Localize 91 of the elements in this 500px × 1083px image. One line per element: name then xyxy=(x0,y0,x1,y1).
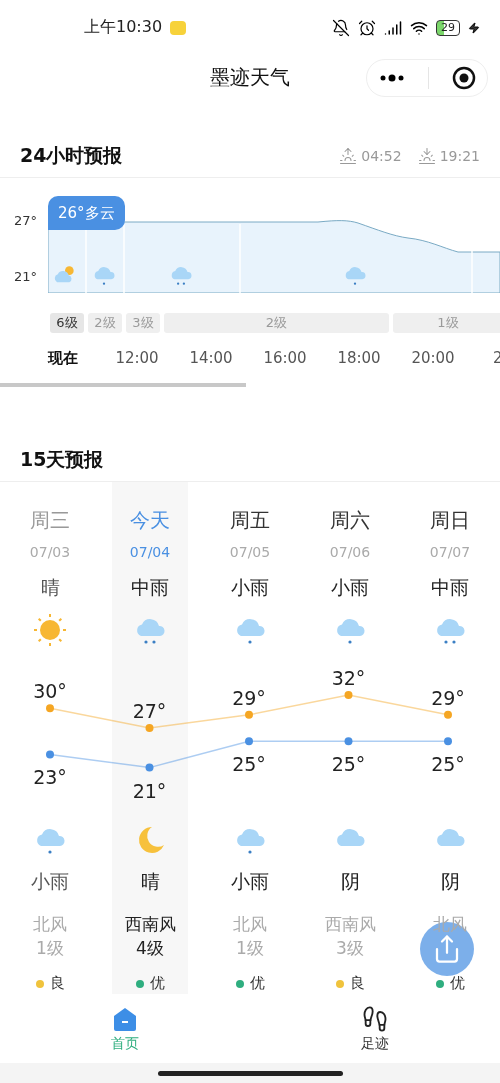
night-condition: 阴 xyxy=(340,869,360,894)
weekday-label: 周三 xyxy=(30,507,70,534)
temperature-label: 25° xyxy=(431,753,465,776)
weekday-label: 周日 xyxy=(430,507,470,534)
app-title: 墨迹天气 xyxy=(210,64,290,91)
sun-icon xyxy=(32,612,68,648)
data-point xyxy=(145,724,154,732)
temperature-label: 32° xyxy=(331,667,366,689)
temperature-label: 29° xyxy=(431,686,465,709)
section-title: 24小时预报 xyxy=(20,143,123,168)
sunset-time: 19:21 xyxy=(417,147,480,165)
day-condition: 小雨 xyxy=(231,575,269,600)
wind-level: 4级 xyxy=(136,937,164,960)
date-label: 07/07 xyxy=(429,543,471,562)
axis-label: 27° xyxy=(13,212,39,230)
air-quality-label: 优 xyxy=(449,974,465,993)
date-label: 07/03 xyxy=(29,543,71,562)
weekday-label: 周六 xyxy=(330,507,370,534)
wind-level-chip[interactable]: 1级 xyxy=(393,313,500,333)
sun-cloud-icon xyxy=(54,266,74,283)
hour-label: 现在 xyxy=(46,348,79,368)
sunset-icon xyxy=(417,147,436,165)
night-condition: 晴 xyxy=(140,869,160,894)
temperature-label: 21° xyxy=(132,779,167,802)
axis-label: 21° xyxy=(13,268,39,286)
hour-label: 18:00 xyxy=(336,349,382,367)
alarm-icon xyxy=(358,18,376,37)
wind-direction: 西南风 xyxy=(324,913,376,936)
wind-direction: 西南风 xyxy=(124,913,176,936)
footprint-icon xyxy=(361,1005,389,1033)
night-condition: 小雨 xyxy=(231,869,269,894)
home-icon xyxy=(111,1005,139,1033)
data-point xyxy=(46,750,54,759)
section-title: 15天预报 xyxy=(20,447,104,472)
day-condition: 小雨 xyxy=(331,575,369,600)
day-condition: 中雨 xyxy=(431,575,469,600)
close-target-icon[interactable] xyxy=(451,65,476,90)
rain-cloud-icon xyxy=(94,267,115,285)
more-icon[interactable] xyxy=(378,73,405,82)
weekday-label: 今天 xyxy=(130,507,170,534)
signal-icon xyxy=(384,18,402,37)
hour-label: 20:00 xyxy=(410,349,456,367)
weekday-label: 周五 xyxy=(230,507,270,534)
temperature-label: 25° xyxy=(331,753,366,776)
wind-level-chip[interactable]: 3级 xyxy=(126,313,160,333)
date-label: 07/04 xyxy=(129,543,171,562)
charging-icon xyxy=(468,21,480,34)
temperature-label: 27° xyxy=(132,700,167,722)
temperature-label: 23° xyxy=(33,766,67,789)
wind-level: 1级 xyxy=(36,937,64,960)
status-time: 上午10:30 xyxy=(84,17,163,38)
day-condition: 中雨 xyxy=(131,575,169,600)
muted-bell-icon xyxy=(332,18,350,37)
temperature-label: 30° xyxy=(33,680,67,703)
wind-level: 1级 xyxy=(236,937,264,960)
data-point xyxy=(245,710,253,719)
wind-direction: 北风 xyxy=(33,913,67,936)
hour-label: 16:00 xyxy=(262,349,308,367)
date-label: 07/05 xyxy=(229,543,271,562)
hour-label: 14:00 xyxy=(188,349,234,367)
data-point xyxy=(344,737,353,746)
rain-cloud-icon xyxy=(345,267,366,285)
sunrise-time: 04:52 xyxy=(339,147,402,165)
data-point xyxy=(344,691,353,699)
current-weather-badge: 26°多云 xyxy=(48,196,125,230)
hour-label: 12:00 xyxy=(114,349,160,367)
air-quality-label: 良 xyxy=(349,974,365,993)
night-condition: 阴 xyxy=(440,869,460,894)
data-point xyxy=(444,737,452,746)
temperature-label: 29° xyxy=(232,686,266,709)
tab-button[interactable]: 首页 xyxy=(0,995,250,1063)
temperature-label: 25° xyxy=(232,753,266,776)
rain-cloud-icon xyxy=(171,267,192,285)
wind-level-chip[interactable]: 2级 xyxy=(88,313,122,333)
air-quality-label: 优 xyxy=(149,974,165,993)
wind-level-chip[interactable]: 6级 xyxy=(50,313,84,333)
air-quality-label: 优 xyxy=(249,974,265,993)
air-quality-label: 良 xyxy=(49,974,65,993)
data-point xyxy=(145,763,154,772)
wind-direction: 北风 xyxy=(233,913,267,936)
day-condition: 晴 xyxy=(40,575,60,600)
app-notification-icon xyxy=(170,20,187,35)
sunrise-icon xyxy=(339,147,358,165)
wind-level: 3级 xyxy=(336,937,364,960)
date-label: 07/06 xyxy=(329,543,371,562)
tab-button[interactable]: 足迹 xyxy=(250,995,500,1063)
data-point xyxy=(245,737,253,746)
wind-level-chip[interactable]: 2级 xyxy=(164,313,389,333)
data-point xyxy=(46,704,54,713)
night-condition: 小雨 xyxy=(31,869,69,894)
data-point xyxy=(444,710,452,719)
